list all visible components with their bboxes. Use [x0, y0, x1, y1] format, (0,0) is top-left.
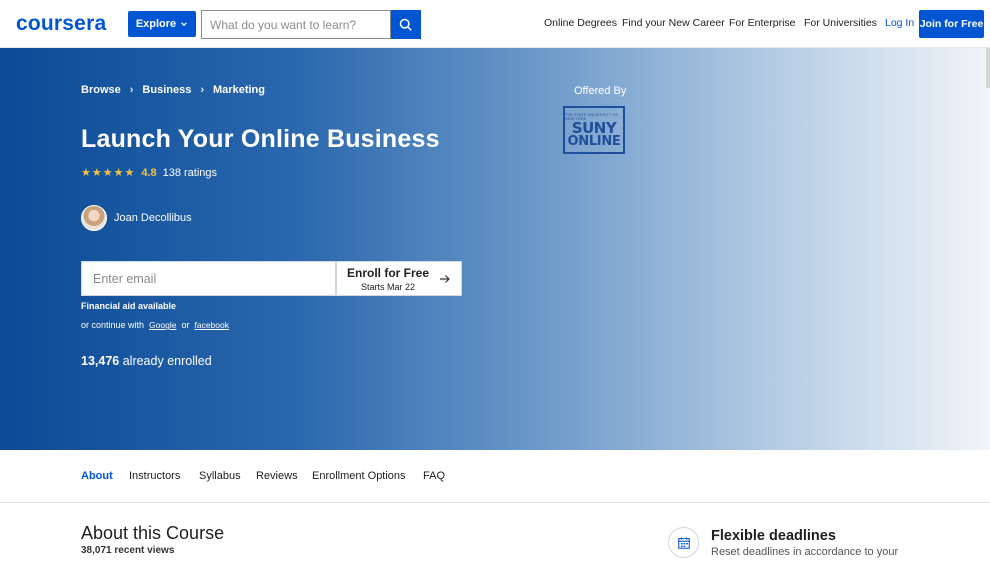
explore-label: Explore	[135, 18, 177, 30]
enrolled-suffix: already enrolled	[122, 354, 212, 368]
nav-find-career[interactable]: Find your New Career	[622, 17, 725, 29]
search-box	[201, 10, 391, 39]
arrow-right-icon	[440, 274, 450, 283]
tab-reviews[interactable]: Reviews	[256, 470, 298, 482]
search-input[interactable]	[202, 11, 390, 38]
coursera-logo[interactable]: coursera	[16, 12, 106, 36]
instructor-name: Joan Decollibus	[114, 212, 192, 224]
calendar-icon	[668, 527, 699, 558]
recent-views: 38,071 recent views	[81, 545, 175, 556]
enrolled-number: 13,476	[81, 354, 120, 368]
nav-for-universities[interactable]: For Universities	[804, 17, 877, 29]
search-button[interactable]	[391, 10, 421, 39]
financial-aid-link[interactable]: Financial aid available	[81, 301, 176, 311]
instructor-link[interactable]: Joan Decollibus	[81, 205, 192, 231]
suny-logo-line1: SUNY	[571, 118, 617, 137]
avatar	[81, 205, 107, 231]
email-field-wrapper	[81, 261, 336, 296]
breadcrumb-marketing[interactable]: Marketing	[213, 84, 265, 96]
chevron-down-icon	[181, 22, 188, 27]
enroll-text: Enroll for Free Starts Mar 22	[347, 266, 429, 292]
star-rating-icon: ★★★★★	[81, 167, 136, 179]
feature-title: Flexible deadlines	[711, 528, 836, 544]
offered-by-label: Offered By	[574, 85, 627, 97]
search-icon	[399, 18, 412, 31]
breadcrumb: Browse › Business › Marketing	[81, 84, 265, 96]
breadcrumb-business[interactable]: Business	[142, 84, 191, 96]
google-login-link[interactable]: Google	[149, 320, 176, 330]
tab-syllabus[interactable]: Syllabus	[199, 470, 241, 482]
rating-row: ★★★★★ 4.8 138 ratings	[81, 166, 217, 180]
course-hero: Browse › Business › Marketing Launch You…	[0, 48, 990, 450]
tab-about[interactable]: About	[81, 470, 113, 482]
course-tabs: About Instructors Syllabus Reviews Enrol…	[0, 450, 990, 503]
breadcrumb-browse[interactable]: Browse	[81, 84, 121, 96]
enroll-start-date: Starts Mar 22	[360, 281, 415, 292]
enrolled-count: 13,476 already enrolled	[81, 354, 212, 368]
nav-for-enterprise[interactable]: For Enterprise	[729, 17, 796, 29]
suny-logo-line2: ONLINE	[567, 133, 621, 149]
login-link[interactable]: Log In	[885, 17, 914, 29]
rating-value: 4.8	[141, 166, 157, 179]
tab-faq[interactable]: FAQ	[423, 470, 445, 482]
join-free-button[interactable]: Join for Free	[919, 10, 984, 38]
enroll-button[interactable]: Enroll for Free Starts Mar 22	[336, 261, 462, 296]
email-field[interactable]	[82, 262, 335, 295]
nav-online-degrees[interactable]: Online Degrees	[544, 17, 617, 29]
continue-with-row: or continue with Google or facebook	[81, 320, 229, 330]
rating-count[interactable]: 138 ratings	[163, 167, 217, 179]
continue-or: or	[181, 320, 190, 330]
explore-button[interactable]: Explore	[128, 11, 196, 37]
enroll-label: Enroll for Free	[346, 265, 429, 280]
chevron-right-icon: ›	[200, 84, 205, 96]
facebook-login-link[interactable]: facebook	[194, 320, 229, 330]
feature-description: Reset deadlines in accordance to your	[711, 546, 899, 558]
course-title: Launch Your Online Business	[81, 125, 440, 153]
tab-enrollment-options[interactable]: Enrollment Options	[312, 470, 406, 482]
suny-online-logo[interactable]: THE STATE UNIVERSITY OF NEW YORK SUNY ON…	[563, 106, 625, 154]
chevron-right-icon: ›	[129, 84, 134, 96]
continue-prefix: or continue with	[81, 320, 145, 330]
about-title: About this Course	[81, 523, 225, 543]
page-scrollbar[interactable]	[986, 48, 990, 88]
top-header: coursera Explore Online Degrees Find you…	[0, 0, 990, 48]
tab-instructors[interactable]: Instructors	[129, 470, 180, 482]
